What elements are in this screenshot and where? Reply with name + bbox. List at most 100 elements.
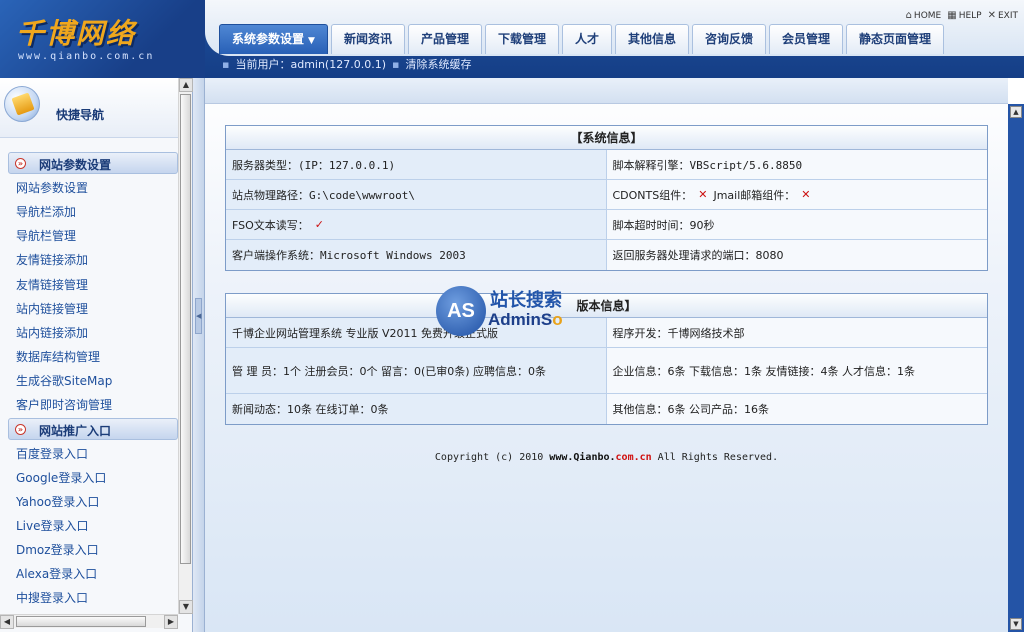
sidebar-item-link-add[interactable]: 友情链接添加: [16, 251, 88, 268]
cdonts-label: CDONTS组件：: [612, 188, 693, 202]
expand-icon: »: [15, 158, 26, 169]
tab-bar: ⌂ HOME ▦ HELP ✕ EXIT 系统参数设置 ▼ 新闻资讯 产品管理 下载管理…: [205, 0, 1024, 56]
watermark-cn: 站长搜索: [490, 290, 562, 311]
quick-nav-header: 快捷导航: [0, 78, 178, 138]
collapse-handle-icon[interactable]: ◀: [195, 298, 202, 334]
copyright-domain[interactable]: www.Qianbo.com.cn: [549, 452, 651, 463]
sidebar-item-site-settings[interactable]: 网站参数设置: [16, 179, 88, 196]
physical-path: 站点物理路径：G:\code\wwwroot\: [226, 180, 607, 209]
help-button[interactable]: ▦ HELP: [947, 10, 981, 21]
main-toolbar: [205, 78, 1008, 104]
sidebar-item-db-structure[interactable]: 数据库结构管理: [16, 348, 100, 365]
exit-button[interactable]: ✕ EXIT: [988, 10, 1018, 21]
current-user: 当前用户：admin(127.0.0.1): [235, 58, 386, 71]
exit-icon: ✕: [987, 10, 996, 21]
server-port: 返回服务器处理请求的端口：8080: [606, 240, 987, 270]
table-row: 千博企业网站管理系统 专业版 V2011 免费升级正式版 程序开发：千博网络技术…: [226, 318, 987, 348]
quick-nav-title: 快捷导航: [56, 108, 105, 122]
sidebar-vertical-scrollbar[interactable]: ▲ ▼: [178, 78, 193, 614]
components-cell: CDONTS组件： ✕ Jmail邮箱组件： ✕: [606, 180, 987, 209]
check-icon: ✓: [314, 218, 324, 231]
tab-system-settings[interactable]: 系统参数设置 ▼: [219, 24, 328, 54]
panel-title: 【系统信息】: [226, 126, 987, 150]
cross-icon: ✕: [801, 188, 811, 201]
tab-news[interactable]: 新闻资讯: [330, 24, 405, 54]
copyright-suffix: All Rights Reserved.: [651, 452, 779, 463]
scroll-down-arrow-icon[interactable]: ▼: [179, 600, 193, 614]
sidebar-item-google[interactable]: Google登录入口: [16, 469, 106, 486]
table-row: 管 理 员：1个 注册会员：0个 留言：0(已审0条) 应聘信息：0条 企业信息…: [226, 348, 987, 394]
table-row: 客户端操作系统：Microsoft Windows 2003 返回服务器处理请求…: [226, 240, 987, 270]
watermark-circle: AS: [436, 286, 486, 336]
sidebar-item-dmoz[interactable]: Dmoz登录入口: [16, 541, 99, 558]
tab-members[interactable]: 会员管理: [769, 24, 844, 54]
sidebar-horizontal-scrollbar[interactable]: ◀ ▶: [0, 614, 178, 629]
scroll-thumb[interactable]: [16, 616, 146, 627]
tab-downloads[interactable]: 下载管理: [484, 24, 559, 54]
logo-url: www.qianbo.com.cn: [18, 51, 155, 62]
stats-admin: 管 理 员：1个 注册会员：0个 留言：0(已审0条) 应聘信息：0条: [226, 348, 607, 393]
fso-cell: FSO文本读写： ✓: [226, 210, 607, 239]
logo: 千博网络 www.qianbo.com.cn: [0, 0, 205, 78]
menu-group-label: 网站推广入口: [39, 424, 112, 438]
sidebar-item-baidu[interactable]: 百度登录入口: [16, 445, 88, 462]
exit-label: EXIT: [997, 10, 1018, 21]
scroll-right-arrow-icon[interactable]: ▶: [164, 615, 178, 629]
main-vertical-scrollbar[interactable]: ▲ ▼: [1008, 104, 1024, 632]
table-row: 站点物理路径：G:\code\wwwroot\ CDONTS组件： ✕ Jmai…: [226, 180, 987, 210]
table-row: 新闻动态：10条 在线订单：0条 其他信息：6条 公司产品：16条: [226, 394, 987, 424]
sidebar: 快捷导航 » 网站参数设置 网站参数设置 导航栏添加 导航栏管理 友情链接添加 …: [0, 78, 193, 632]
stats-other: 其他信息：6条 公司产品：16条: [606, 394, 987, 424]
menu-group-site-settings[interactable]: » 网站参数设置: [8, 152, 178, 174]
sidebar-item-nav-add[interactable]: 导航栏添加: [16, 203, 76, 220]
tab-feedback[interactable]: 咨询反馈: [692, 24, 767, 54]
sidebar-item-yahoo[interactable]: Yahoo登录入口: [16, 493, 99, 510]
tab-talent[interactable]: 人才: [561, 24, 612, 54]
table-row: FSO文本读写： ✓ 脚本超时时间：90秒: [226, 210, 987, 240]
sidebar-item-internal-link-add[interactable]: 站内链接添加: [16, 324, 88, 341]
help-icon: ▦: [947, 10, 957, 21]
tab-other-info[interactable]: 其他信息: [615, 24, 690, 54]
watermark-en: AdminSo: [488, 310, 563, 329]
system-info-panel: 【系统信息】 服务器类型：(IP：127.0.0.1) 脚本解释引擎：VBScr…: [225, 125, 988, 271]
stats-enterprise: 企业信息：6条 下载信息：1条 友情链接：4条 人才信息：1条: [606, 348, 987, 393]
sidebar-item-zhongsou[interactable]: 中搜登录入口: [16, 589, 88, 606]
copyright: Copyright (c) 2010 www.Qianbo.com.cn All…: [225, 452, 988, 463]
watermark-logo: AS 站长搜索 AdminSo: [436, 286, 586, 336]
sidebar-item-sitemap[interactable]: 生成谷歌SiteMap: [16, 372, 112, 389]
scroll-down-arrow-icon[interactable]: ▼: [1010, 618, 1022, 630]
panel-title: 版本信息】: [226, 294, 987, 318]
quick-nav-icon: [4, 86, 40, 122]
table-row: 服务器类型：(IP：127.0.0.1) 脚本解释引擎：VBScript/5.6…: [226, 150, 987, 180]
top-buttons: ⌂ HOME ▦ HELP ✕ EXIT: [906, 10, 1018, 21]
home-icon: ⌂: [905, 10, 912, 21]
clear-cache-link[interactable]: 清除系统缓存: [405, 56, 471, 74]
server-type: 服务器类型：(IP：127.0.0.1): [226, 150, 607, 179]
sidebar-item-live[interactable]: Live登录入口: [16, 517, 89, 534]
scroll-left-arrow-icon[interactable]: ◀: [0, 615, 14, 629]
script-timeout: 脚本超时时间：90秒: [606, 210, 987, 239]
cross-icon: ✕: [698, 188, 708, 201]
sidebar-item-nav-manage[interactable]: 导航栏管理: [16, 227, 76, 244]
scroll-up-arrow-icon[interactable]: ▲: [1010, 106, 1022, 118]
sidebar-splitter[interactable]: ◀: [193, 78, 205, 632]
sidebar-item-alexa[interactable]: Alexa登录入口: [16, 565, 97, 582]
fso-label: FSO文本读写：: [232, 218, 309, 232]
main-tabs: 系统参数设置 ▼ 新闻资讯 产品管理 下载管理 人才 其他信息 咨询反馈 会员管理…: [219, 24, 945, 54]
sidebar-item-internal-link-manage[interactable]: 站内链接管理: [16, 300, 88, 317]
menu-group-promotion[interactable]: » 网站推广入口: [8, 418, 178, 440]
scroll-up-arrow-icon[interactable]: ▲: [179, 78, 193, 92]
home-button[interactable]: ⌂ HOME: [906, 10, 942, 21]
home-label: HOME: [913, 10, 942, 21]
status-bar: ▪ 当前用户：admin(127.0.0.1) ▪ 清除系统缓存: [222, 56, 471, 74]
developer: 程序开发：千博网络技术部: [606, 318, 987, 347]
sidebar-item-link-manage[interactable]: 友情链接管理: [16, 276, 88, 293]
version-info-panel: 版本信息】 千博企业网站管理系统 专业版 V2011 免费升级正式版 程序开发：…: [225, 293, 988, 425]
sidebar-item-live-consult[interactable]: 客户即时咨询管理: [16, 396, 112, 413]
tab-static-pages[interactable]: 静态页面管理: [846, 24, 945, 54]
tab-products[interactable]: 产品管理: [407, 24, 482, 54]
scroll-thumb[interactable]: [180, 94, 191, 564]
menu-group-label: 网站参数设置: [39, 158, 112, 172]
tab-label: 系统参数设置: [232, 32, 305, 46]
bullet-icon: ▪: [222, 58, 230, 71]
